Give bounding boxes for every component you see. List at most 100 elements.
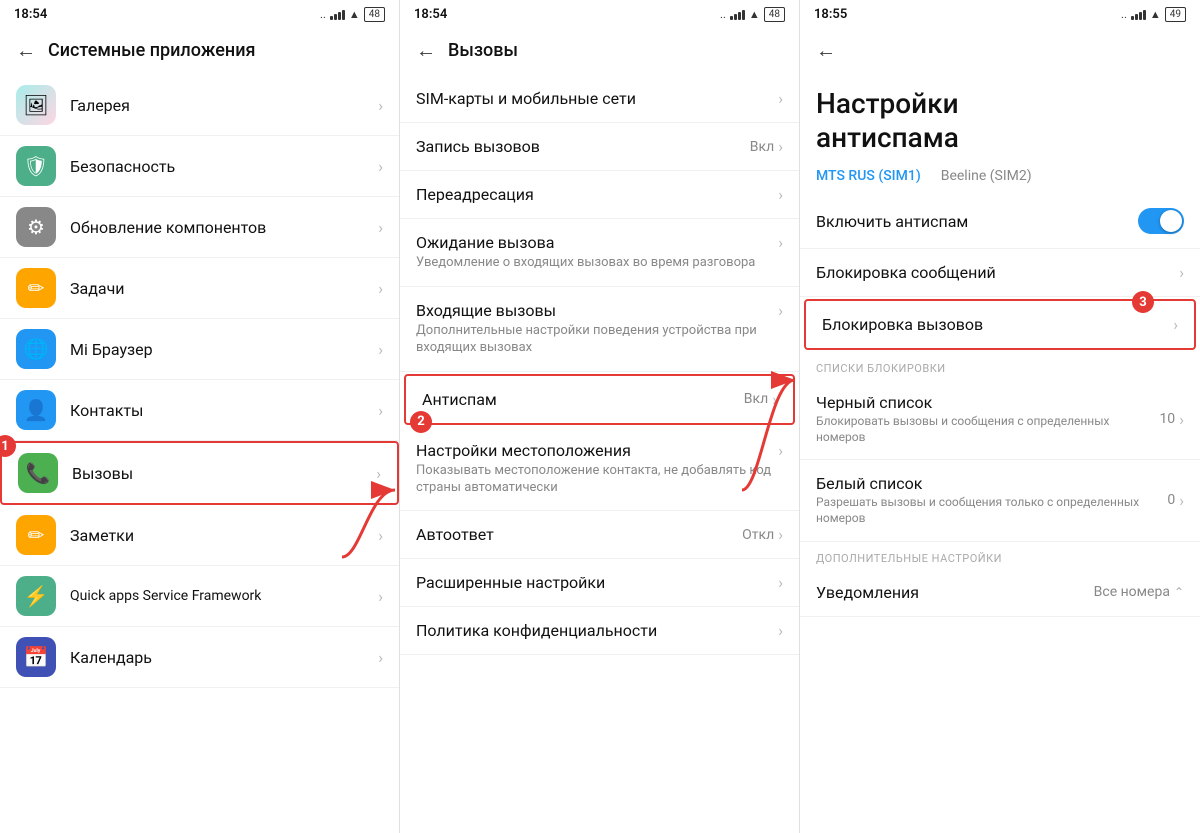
status-icons-3: .. ▲ 49 — [1121, 7, 1186, 22]
menu-location[interactable]: Настройки местоположения › Показывать ме… — [400, 427, 799, 512]
block-calls-row[interactable]: Блокировка вызовов › 3 — [804, 299, 1196, 350]
waiting-title: Ожидание вызова — [416, 233, 554, 252]
chevron-block-messages: › — [1179, 263, 1184, 282]
privacy-title: Политика конфиденциальности — [416, 621, 657, 640]
black-list-count: 10 — [1159, 411, 1175, 427]
incoming-sub: Дополнительные настройки поведения устро… — [416, 323, 783, 357]
antispam-value: Вкл — [744, 391, 768, 407]
battery-icon-1: 48 — [364, 7, 385, 22]
menu-incoming[interactable]: Входящие вызовы › Дополнительные настрой… — [400, 287, 799, 372]
list-item-browser[interactable]: 🌐 Mi Браузер › — [0, 319, 399, 380]
status-bar-1: 18:54 .. ▲ 48 — [0, 0, 399, 28]
annotation-3: 3 — [1132, 291, 1154, 313]
list-item-quickapps[interactable]: ⚡ Quick apps Service Framework › — [0, 566, 399, 627]
black-list-sub: Блокировать вызовы и сообщения с определ… — [816, 414, 1159, 445]
menu-autoanswer[interactable]: Автоответ Откл › — [400, 511, 799, 559]
notifications-expand-icon: ⌃ — [1174, 585, 1184, 599]
menu-waiting[interactable]: Ожидание вызова › Уведомление о входящих… — [400, 219, 799, 287]
notifications-row[interactable]: Уведомления Все номера ⌃ — [800, 569, 1200, 617]
tasks-label: Задачи — [70, 279, 378, 298]
sim1-tab[interactable]: MTS RUS (SIM1) — [816, 168, 921, 184]
panel-2-header: ← Вызовы — [400, 28, 799, 75]
record-value: Вкл — [750, 139, 774, 155]
notifications-label: Уведомления — [816, 583, 919, 602]
add-settings-section-label: ДОПОЛНИТЕЛЬНЫЕ НАСТРОЙКИ — [800, 542, 1200, 569]
contacts-icon: 👤 — [16, 390, 56, 430]
menu-privacy[interactable]: Политика конфиденциальности › — [400, 607, 799, 655]
list-item-calls[interactable]: 📞 Вызовы › 1 — [0, 441, 399, 505]
gallery-label: Галерея — [70, 96, 378, 115]
chevron-tasks: › — [378, 279, 383, 298]
menu-record[interactable]: Запись вызовов Вкл › — [400, 123, 799, 171]
list-item-calendar[interactable]: 📅 Календарь › — [0, 627, 399, 688]
list-item-security[interactable]: 🛡 Безопасность › — [0, 136, 399, 197]
signal-icon-3 — [1131, 8, 1146, 20]
menu-forward[interactable]: Переадресация › — [400, 171, 799, 219]
waiting-sub: Уведомление о входящих вызовах во время … — [416, 255, 783, 272]
back-button-1[interactable]: ← — [16, 38, 36, 63]
enable-antispam-label: Включить антиспам — [816, 212, 968, 231]
menu-antispam[interactable]: Антиспам Вкл › 2 — [404, 374, 795, 425]
update-icon: ⚙ — [16, 207, 56, 247]
chevron-advanced: › — [778, 573, 783, 592]
white-list-sub: Разрешать вызовы и сообщения только с оп… — [816, 495, 1167, 526]
white-list-row[interactable]: Белый список Разрешать вызовы и сообщени… — [800, 460, 1200, 541]
enable-antispam-row[interactable]: Включить антиспам — [800, 194, 1200, 249]
autoanswer-title: Автоответ — [416, 525, 494, 544]
panel-1-header: ← Системные приложения — [0, 28, 399, 75]
signal-icon-2 — [730, 8, 745, 20]
menu-advanced[interactable]: Расширенные настройки › — [400, 559, 799, 607]
status-time-1: 18:54 — [14, 7, 47, 22]
panel-antispam-settings: 18:55 .. ▲ 49 ← Настройки антиспама — [800, 0, 1200, 833]
browser-label: Mi Браузер — [70, 340, 378, 359]
block-messages-label: Блокировка сообщений — [816, 263, 996, 282]
menu-sim[interactable]: SIM-карты и мобильные сети › — [400, 75, 799, 123]
calls-icon: 📞 — [18, 453, 58, 493]
advanced-title: Расширенные настройки — [416, 573, 605, 592]
list-item-contacts[interactable]: 👤 Контакты › — [0, 380, 399, 441]
chevron-block-calls: › — [1173, 315, 1178, 334]
calls-menu-list: SIM-карты и мобильные сети › Запись вызо… — [400, 75, 799, 833]
chevron-gallery: › — [378, 96, 383, 115]
chevron-calls: › — [376, 464, 381, 483]
list-item-update[interactable]: ⚙ Обновление компонентов › — [0, 197, 399, 258]
chevron-security: › — [378, 157, 383, 176]
back-button-3[interactable]: ← — [816, 38, 836, 63]
tasks-icon: ✏ — [16, 268, 56, 308]
annotation-2: 2 — [410, 411, 432, 433]
calls-label: Вызовы — [72, 464, 376, 483]
autoanswer-value: Откл — [742, 527, 774, 543]
chevron-sim: › — [778, 89, 783, 108]
panel-2-title: Вызовы — [448, 40, 518, 61]
panel-system-apps: 18:54 .. ▲ 48 ← Системные приложения — [0, 0, 400, 833]
chevron-contacts: › — [378, 401, 383, 420]
battery-icon-3: 49 — [1165, 7, 1186, 22]
chevron-forward: › — [778, 185, 783, 204]
quickapps-icon: ⚡ — [16, 576, 56, 616]
toggle-knob — [1160, 210, 1182, 232]
block-messages-row[interactable]: Блокировка сообщений › — [800, 249, 1200, 297]
sim2-tab[interactable]: Beeline (SIM2) — [941, 168, 1032, 184]
security-icon: 🛡 — [16, 146, 56, 186]
chevron-waiting: › — [778, 233, 783, 252]
status-bar-3: 18:55 .. ▲ 49 — [800, 0, 1200, 28]
wifi-icon-3: ▲ — [1150, 8, 1161, 21]
wifi-icon-1: ▲ — [349, 8, 360, 21]
chevron-update: › — [378, 218, 383, 237]
antispam-toggle[interactable] — [1138, 208, 1184, 234]
chevron-calendar: › — [378, 648, 383, 667]
list-item-notes[interactable]: ✏ Заметки › — [0, 505, 399, 566]
back-button-2[interactable]: ← — [416, 38, 436, 63]
list-item-tasks[interactable]: ✏ Задачи › — [0, 258, 399, 319]
gallery-icon: 🖼 — [16, 85, 56, 125]
battery-icon-2: 48 — [764, 7, 785, 22]
status-time-2: 18:54 — [414, 7, 447, 22]
status-time-3: 18:55 — [814, 7, 847, 22]
white-list-count: 0 — [1167, 492, 1175, 508]
dots-icon-2: .. — [720, 8, 726, 21]
antispam-title: Антиспам — [422, 390, 497, 409]
list-item-gallery[interactable]: 🖼 Галерея › — [0, 75, 399, 136]
app-list: 🖼 Галерея › 🛡 Безопасность › ⚙ Обновлени… — [0, 75, 399, 833]
black-list-row[interactable]: Черный список Блокировать вызовы и сообщ… — [800, 379, 1200, 460]
black-list-label: Черный список — [816, 393, 1159, 412]
